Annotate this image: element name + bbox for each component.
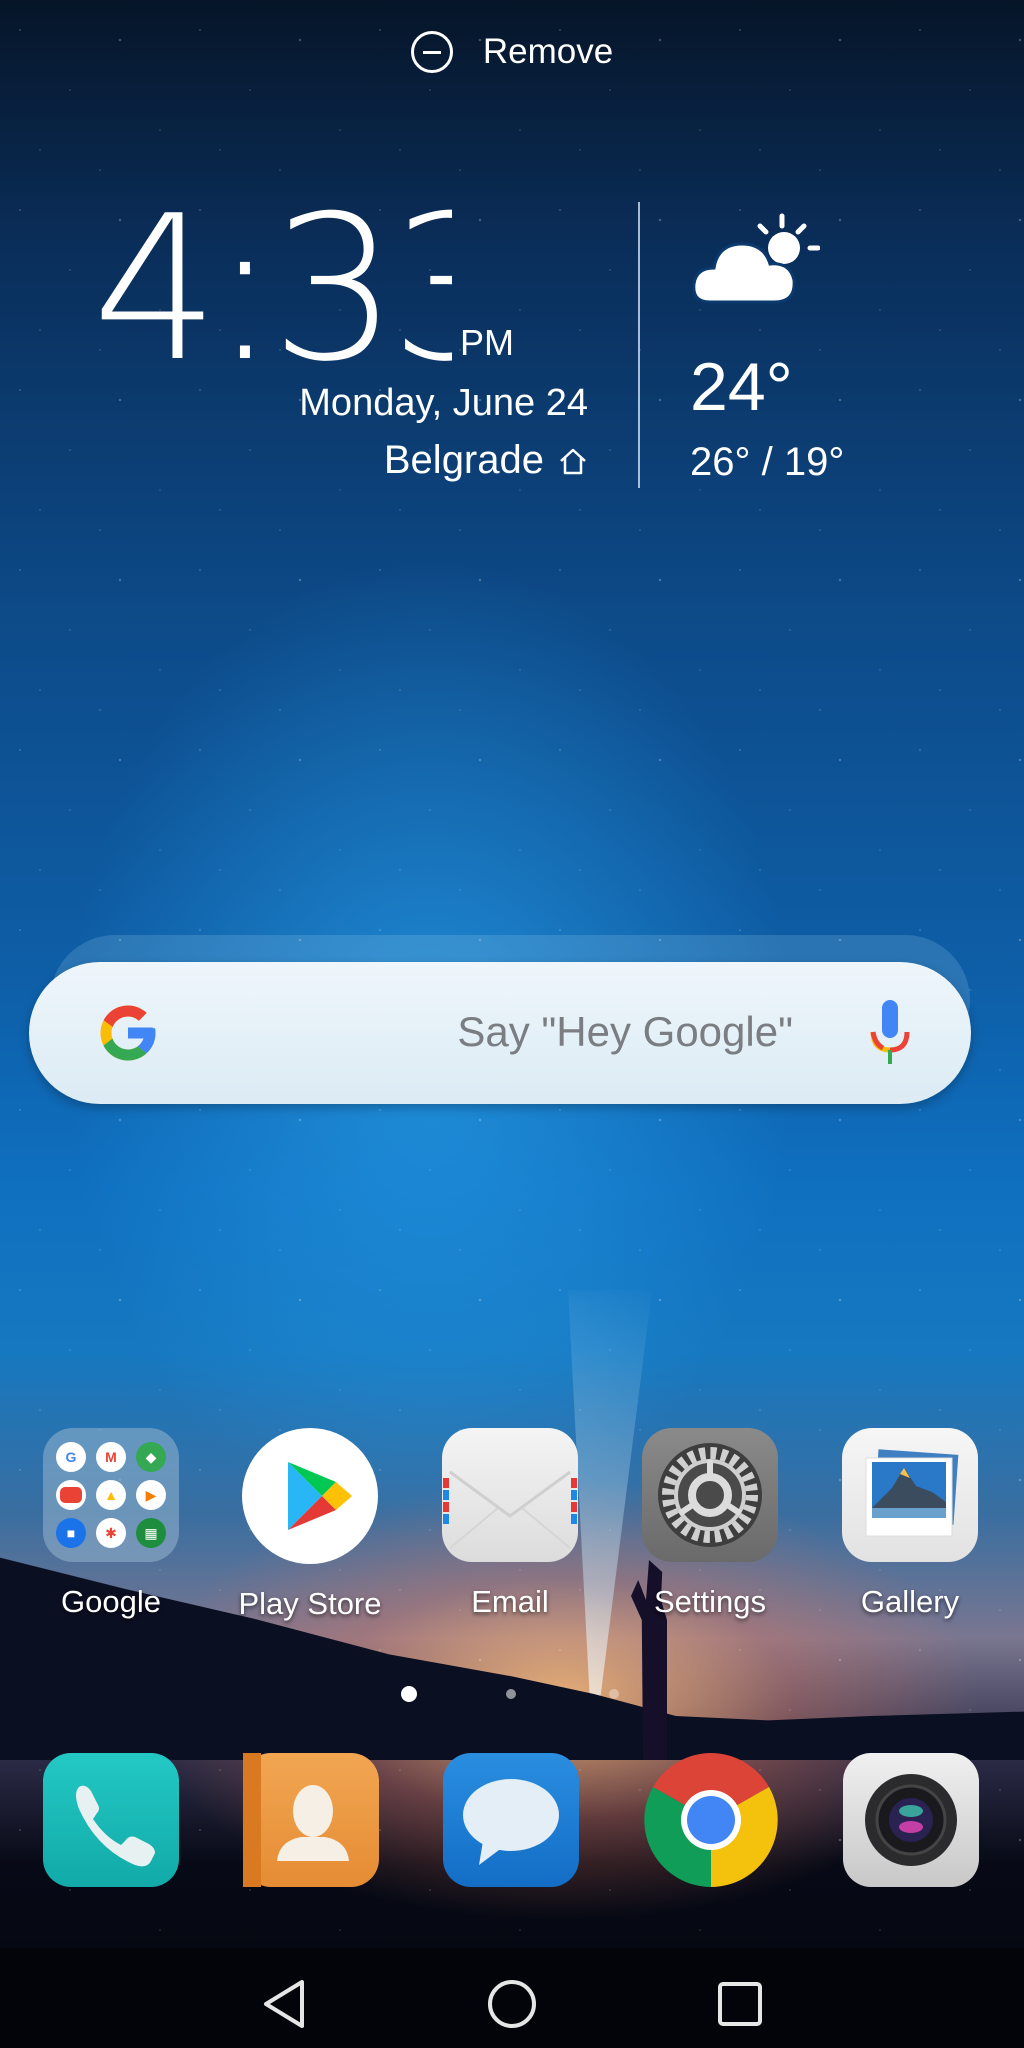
- google-folder-icon: G M ◆ ▲ ▶ ■ ✱ ▦: [43, 1428, 179, 1562]
- app-play-store[interactable]: Play Store: [215, 1428, 405, 1622]
- folder-maps-icon: ◆: [136, 1442, 166, 1472]
- folder-photos-icon: ✱: [96, 1518, 126, 1548]
- app-gallery[interactable]: Gallery: [815, 1428, 1005, 1620]
- folder-duo-icon: ■: [56, 1518, 86, 1548]
- clock-time-text: 4:33: [92, 190, 452, 370]
- partly-cloudy-icon: [692, 213, 820, 304]
- dock-phone[interactable]: [43, 1753, 179, 1887]
- camera-icon: [865, 1774, 957, 1866]
- page-dot-active[interactable]: [401, 1686, 417, 1702]
- app-label: Gallery: [860, 1584, 960, 1619]
- recents-icon[interactable]: [710, 1974, 770, 2034]
- page-indicator[interactable]: [0, 1686, 1024, 1702]
- temperature-range: 26° / 19°: [690, 440, 845, 484]
- folder-google-icon: G: [56, 1442, 86, 1472]
- home-icon: [560, 448, 586, 474]
- widget-divider: [638, 202, 640, 488]
- clock-date: Monday, June 24: [299, 382, 588, 424]
- home-nav-icon[interactable]: [482, 1974, 542, 2034]
- navigation-bar: [0, 1948, 1024, 2048]
- google-search-bar[interactable]: Say "Hey Google": [29, 962, 971, 1104]
- app-email[interactable]: Email: [415, 1428, 605, 1620]
- folder-play-music-icon: ▶: [136, 1480, 166, 1510]
- clock-location: Belgrade: [384, 438, 588, 483]
- clock-digits: 4:33: [92, 190, 452, 370]
- google-g-icon[interactable]: [95, 1000, 161, 1066]
- remove-widget-bar[interactable]: Remove: [0, 24, 1024, 80]
- current-temperature: 24°: [690, 349, 793, 425]
- app-google-folder[interactable]: G M ◆ ▲ ▶ ■ ✱ ▦ Google: [16, 1428, 206, 1620]
- page-dot[interactable]: [506, 1689, 516, 1699]
- gallery-icon: [842, 1428, 978, 1562]
- folder-sheets-icon: ▦: [136, 1518, 166, 1548]
- chrome-icon: [644, 1753, 778, 1887]
- folder-gmail-icon: M: [96, 1442, 126, 1472]
- clock-time[interactable]: 4:33 PM: [92, 190, 514, 370]
- minus-circle-icon: [410, 31, 453, 73]
- dock-chrome[interactable]: [643, 1753, 779, 1887]
- phone-icon: [76, 1785, 155, 1867]
- folder-drive-icon: ▲: [96, 1480, 126, 1510]
- app-label: Play Store: [238, 1586, 382, 1621]
- remove-label: Remove: [482, 32, 614, 71]
- dock-messages[interactable]: [443, 1753, 579, 1887]
- messages-icon: [463, 1779, 559, 1865]
- clock-ampm: PM: [460, 322, 514, 363]
- clock-weather-widget[interactable]: 4:33 PM Monday, June 24 Belgrade 24° 26°…: [0, 180, 1024, 500]
- microphone-icon[interactable]: [867, 998, 913, 1070]
- app-settings[interactable]: Settings: [615, 1428, 805, 1620]
- folder-youtube-icon: [56, 1480, 86, 1510]
- email-icon: [442, 1428, 578, 1562]
- location-label: Belgrade: [383, 438, 544, 482]
- page-dot[interactable]: [609, 1689, 619, 1699]
- settings-icon: [642, 1428, 778, 1562]
- back-icon[interactable]: [258, 1974, 318, 2034]
- search-placeholder[interactable]: Say "Hey Google": [457, 1008, 793, 1056]
- play-store-icon: [242, 1428, 378, 1564]
- contacts-icon: [243, 1753, 349, 1887]
- dock-camera[interactable]: [843, 1753, 979, 1887]
- app-label: Email: [471, 1584, 549, 1619]
- app-label: Settings: [653, 1584, 766, 1619]
- dock-contacts[interactable]: [243, 1753, 379, 1887]
- app-label: Google: [61, 1584, 161, 1619]
